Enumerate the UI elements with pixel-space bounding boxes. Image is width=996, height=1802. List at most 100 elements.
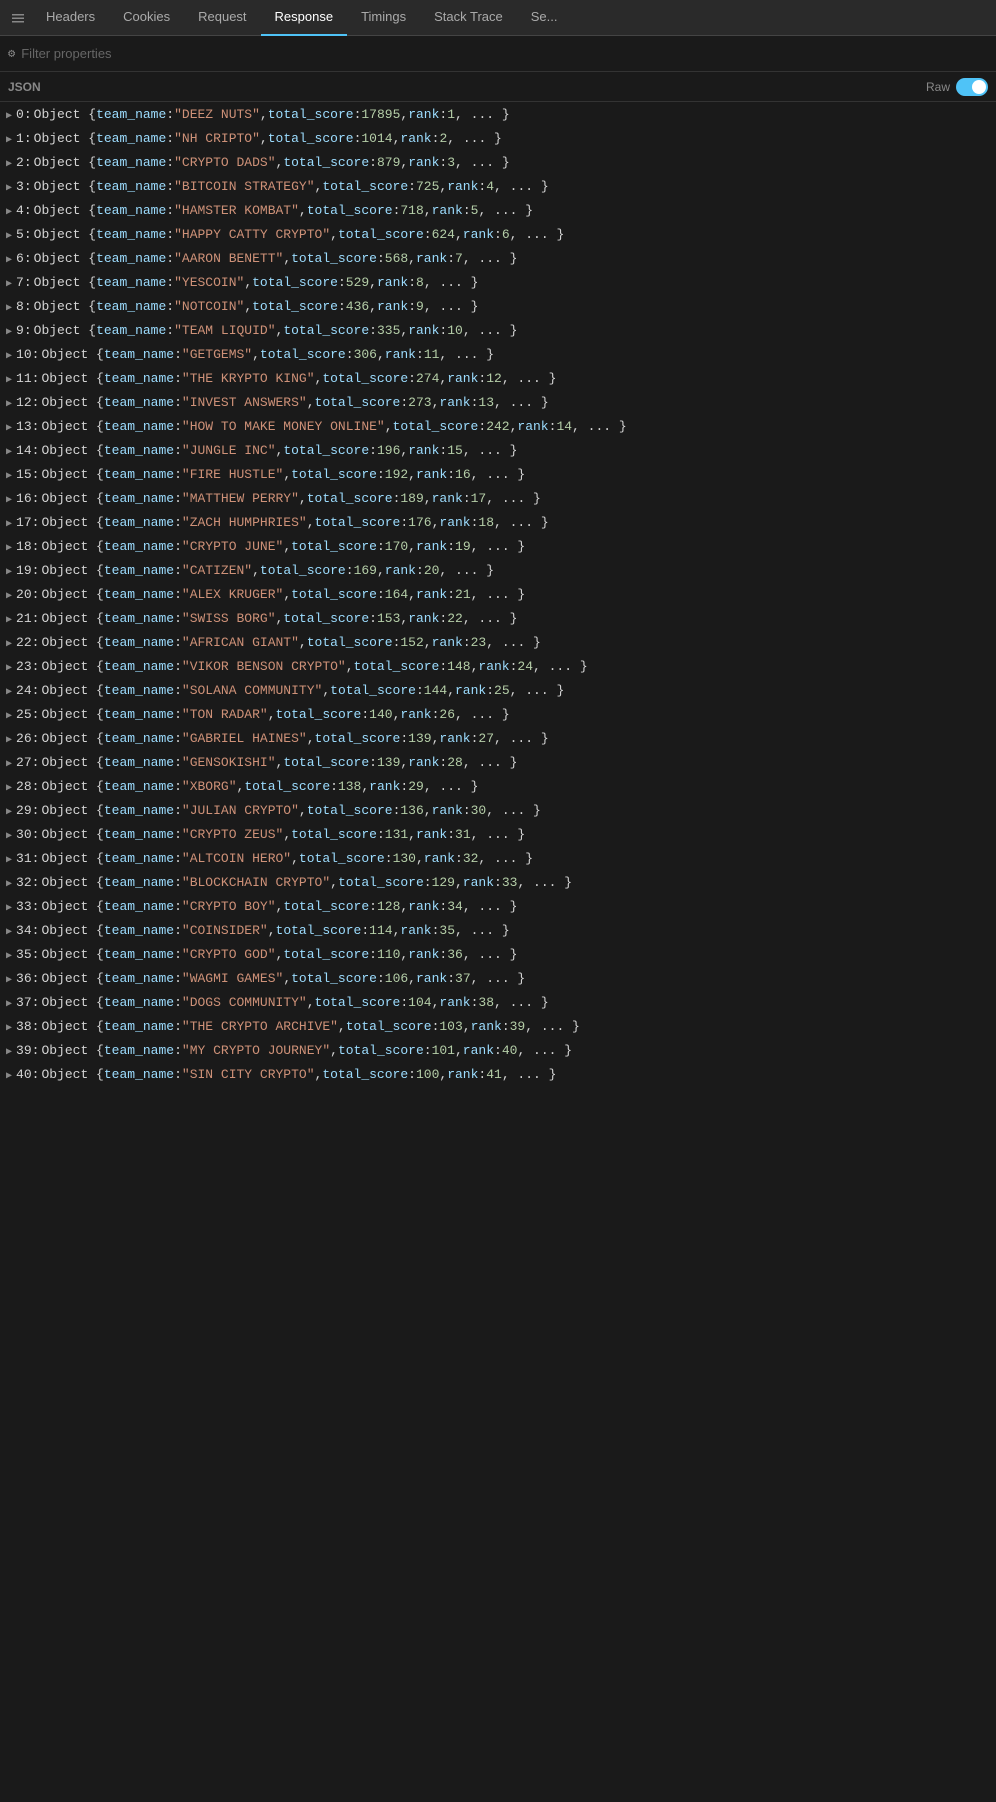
list-item[interactable]: ▶40: Object { team_name: "SIN CITY CRYPT… (0, 1064, 996, 1088)
tab-response[interactable]: Response (261, 0, 348, 36)
json-label: JSON (8, 80, 41, 94)
tab-cookies[interactable]: Cookies (109, 0, 184, 36)
row-index: 28: (16, 777, 39, 797)
list-item[interactable]: ▶4: Object { team_name: "HAMSTER KOMBAT"… (0, 200, 996, 224)
raw-toggle[interactable]: Raw (926, 78, 988, 96)
panel-toggle[interactable] (4, 0, 32, 36)
list-item[interactable]: ▶33: Object { team_name: "CRYPTO BOY", t… (0, 896, 996, 920)
list-item[interactable]: ▶7: Object { team_name: "YESCOIN", total… (0, 272, 996, 296)
row-index: 6: (16, 249, 32, 269)
list-item[interactable]: ▶28: Object { team_name: "XBORG", total_… (0, 776, 996, 800)
tab-timings[interactable]: Timings (347, 0, 420, 36)
list-item[interactable]: ▶2: Object { team_name: "CRYPTO DADS", t… (0, 152, 996, 176)
list-item[interactable]: ▶5: Object { team_name: "HAPPY CATTY CRY… (0, 224, 996, 248)
row-index: 24: (16, 681, 39, 701)
expand-arrow: ▶ (6, 1019, 12, 1039)
row-index: 39: (16, 1041, 39, 1061)
expand-arrow: ▶ (6, 467, 12, 487)
tab-request[interactable]: Request (184, 0, 260, 36)
tab-bar: Headers Cookies Request Response Timings… (0, 0, 996, 36)
list-item[interactable]: ▶22: Object { team_name: "AFRICAN GIANT"… (0, 632, 996, 656)
list-item[interactable]: ▶13: Object { team_name: "HOW TO MAKE MO… (0, 416, 996, 440)
list-item[interactable]: ▶36: Object { team_name: "WAGMI GAMES", … (0, 968, 996, 992)
expand-arrow: ▶ (6, 419, 12, 439)
raw-label: Raw (926, 80, 950, 94)
list-item[interactable]: ▶29: Object { team_name: "JULIAN CRYPTO"… (0, 800, 996, 824)
list-item[interactable]: ▶21: Object { team_name: "SWISS BORG", t… (0, 608, 996, 632)
row-index: 25: (16, 705, 39, 725)
list-item[interactable]: ▶14: Object { team_name: "JUNGLE INC", t… (0, 440, 996, 464)
list-item[interactable]: ▶25: Object { team_name: "TON RADAR", to… (0, 704, 996, 728)
list-item[interactable]: ▶23: Object { team_name: "VIKOR BENSON C… (0, 656, 996, 680)
expand-arrow: ▶ (6, 635, 12, 655)
list-item[interactable]: ▶26: Object { team_name: "GABRIEL HAINES… (0, 728, 996, 752)
expand-arrow: ▶ (6, 203, 12, 223)
list-item[interactable]: ▶3: Object { team_name: "BITCOIN STRATEG… (0, 176, 996, 200)
expand-arrow: ▶ (6, 707, 12, 727)
list-item[interactable]: ▶1: Object { team_name: "NH CRIPTO", tot… (0, 128, 996, 152)
expand-arrow: ▶ (6, 563, 12, 583)
expand-arrow: ▶ (6, 347, 12, 367)
list-item[interactable]: ▶37: Object { team_name: "DOGS COMMUNITY… (0, 992, 996, 1016)
row-index: 33: (16, 897, 39, 917)
list-item[interactable]: ▶16: Object { team_name: "MATTHEW PERRY"… (0, 488, 996, 512)
tab-se[interactable]: Se... (517, 0, 572, 36)
list-item[interactable]: ▶38: Object { team_name: "THE CRYPTO ARC… (0, 1016, 996, 1040)
list-item[interactable]: ▶6: Object { team_name: "AARON BENETT", … (0, 248, 996, 272)
row-index: 2: (16, 153, 32, 173)
row-index: 11: (16, 369, 39, 389)
expand-arrow: ▶ (6, 779, 12, 799)
list-item[interactable]: ▶11: Object { team_name: "THE KRYPTO KIN… (0, 368, 996, 392)
expand-arrow: ▶ (6, 731, 12, 751)
row-index: 23: (16, 657, 39, 677)
row-index: 15: (16, 465, 39, 485)
filter-bar: ⚙ (0, 36, 996, 72)
row-index: 22: (16, 633, 39, 653)
list-item[interactable]: ▶9: Object { team_name: "TEAM LIQUID", t… (0, 320, 996, 344)
list-item[interactable]: ▶8: Object { team_name: "NOTCOIN", total… (0, 296, 996, 320)
row-index: 32: (16, 873, 39, 893)
raw-switch[interactable] (956, 78, 988, 96)
tab-headers[interactable]: Headers (32, 0, 109, 36)
list-item[interactable]: ▶0: Object { team_name: "DEEZ NUTS", tot… (0, 104, 996, 128)
expand-arrow: ▶ (6, 491, 12, 511)
row-index: 4: (16, 201, 32, 221)
expand-arrow: ▶ (6, 395, 12, 415)
list-item[interactable]: ▶32: Object { team_name: "BLOCKCHAIN CRY… (0, 872, 996, 896)
row-index: 35: (16, 945, 39, 965)
row-index: 18: (16, 537, 39, 557)
list-item[interactable]: ▶12: Object { team_name: "INVEST ANSWERS… (0, 392, 996, 416)
row-index: 21: (16, 609, 39, 629)
tab-stack-trace[interactable]: Stack Trace (420, 0, 517, 36)
list-item[interactable]: ▶10: Object { team_name: "GETGEMS", tota… (0, 344, 996, 368)
list-item[interactable]: ▶39: Object { team_name: "MY CRYPTO JOUR… (0, 1040, 996, 1064)
list-item[interactable]: ▶35: Object { team_name: "CRYPTO GOD", t… (0, 944, 996, 968)
list-item[interactable]: ▶27: Object { team_name: "GENSOKISHI", t… (0, 752, 996, 776)
row-index: 37: (16, 993, 39, 1013)
list-item[interactable]: ▶19: Object { team_name: "CATIZEN", tota… (0, 560, 996, 584)
filter-input[interactable] (21, 46, 988, 61)
expand-arrow: ▶ (6, 443, 12, 463)
toggle-knob (972, 80, 986, 94)
row-index: 29: (16, 801, 39, 821)
expand-arrow: ▶ (6, 539, 12, 559)
list-item[interactable]: ▶24: Object { team_name: "SOLANA COMMUNI… (0, 680, 996, 704)
expand-arrow: ▶ (6, 947, 12, 967)
row-index: 9: (16, 321, 32, 341)
json-content: ▶0: Object { team_name: "DEEZ NUTS", tot… (0, 102, 996, 1090)
list-item[interactable]: ▶15: Object { team_name: "FIRE HUSTLE", … (0, 464, 996, 488)
expand-arrow: ▶ (6, 323, 12, 343)
list-item[interactable]: ▶34: Object { team_name: "COINSIDER", to… (0, 920, 996, 944)
list-item[interactable]: ▶20: Object { team_name: "ALEX KRUGER", … (0, 584, 996, 608)
expand-arrow: ▶ (6, 299, 12, 319)
list-item[interactable]: ▶30: Object { team_name: "CRYPTO ZEUS", … (0, 824, 996, 848)
json-header: JSON Raw (0, 72, 996, 102)
list-item[interactable]: ▶18: Object { team_name: "CRYPTO JUNE", … (0, 536, 996, 560)
list-item[interactable]: ▶17: Object { team_name: "ZACH HUMPHRIES… (0, 512, 996, 536)
row-index: 17: (16, 513, 39, 533)
list-item[interactable]: ▶31: Object { team_name: "ALTCOIN HERO",… (0, 848, 996, 872)
expand-arrow: ▶ (6, 611, 12, 631)
row-index: 20: (16, 585, 39, 605)
expand-arrow: ▶ (6, 179, 12, 199)
row-index: 31: (16, 849, 39, 869)
